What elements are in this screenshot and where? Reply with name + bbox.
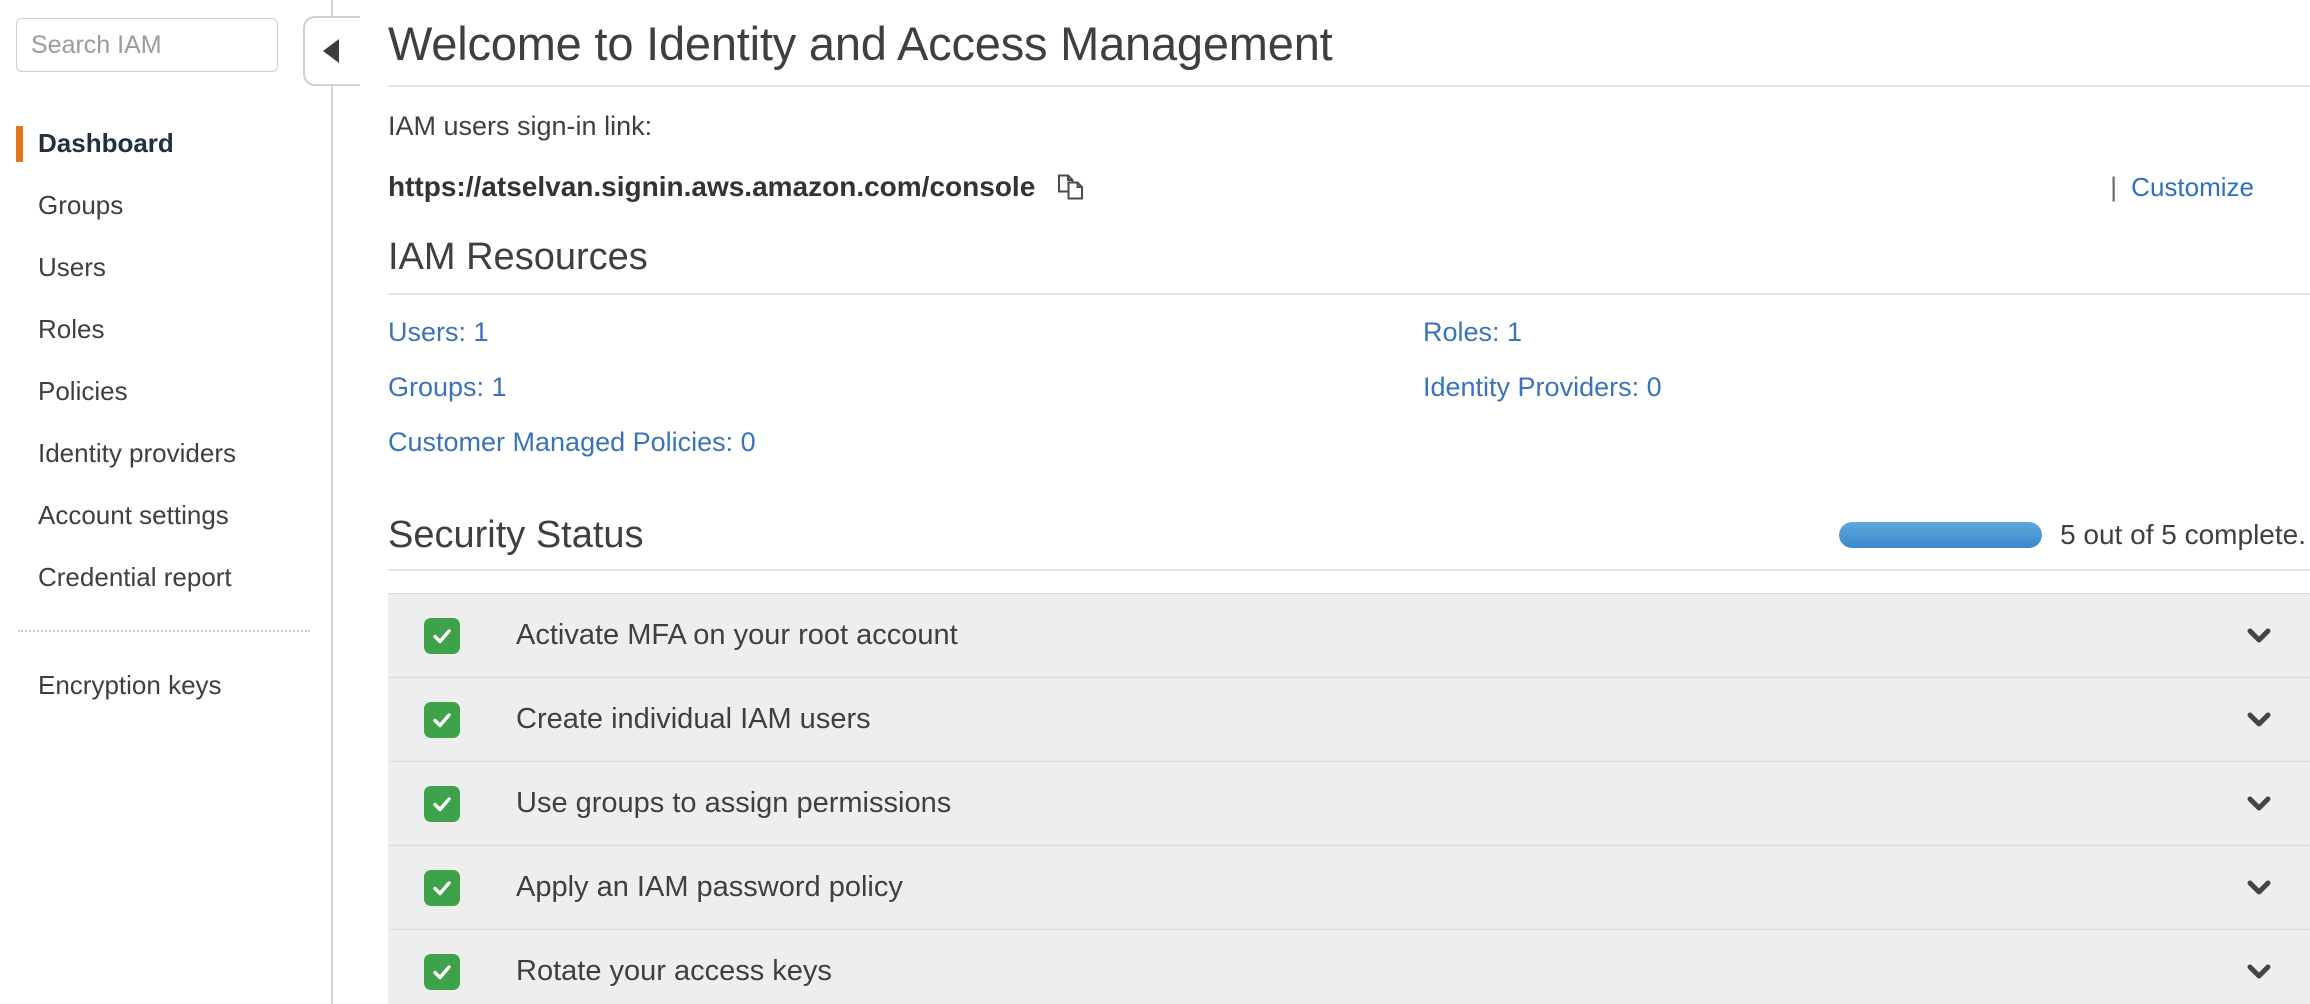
sidebar-item-label: Identity providers [38, 437, 236, 468]
sidebar-item-label: Users [38, 251, 106, 282]
sidebar-item-dashboard[interactable]: Dashboard [0, 112, 332, 174]
resource-link-identity-providers[interactable]: Identity Providers: 0 [1423, 372, 2254, 403]
signin-link-row: https://atselvan.signin.aws.amazon.com/c… [388, 170, 2310, 204]
chevron-down-icon[interactable] [2236, 949, 2282, 995]
sidebar-item-label: Roles [38, 313, 105, 344]
chevron-left-icon [322, 39, 339, 63]
main-content: Welcome to Identity and Access Managemen… [332, 0, 2310, 1004]
chevron-down-icon[interactable] [2236, 697, 2282, 743]
signin-url[interactable]: https://atselvan.signin.aws.amazon.com/c… [388, 171, 1035, 203]
chevron-down-icon[interactable] [2236, 865, 2282, 911]
resources-divider [388, 293, 2310, 295]
resource-link-customer-managed-policies[interactable]: Customer Managed Policies: 0 [388, 427, 1321, 458]
security-status-row[interactable]: Apply an IAM password policy [388, 846, 2310, 930]
separator-pipe: | [2110, 171, 2118, 202]
security-status-label: Activate MFA on your root account [516, 619, 958, 651]
search-input[interactable] [16, 18, 278, 72]
iam-resources-title: IAM Resources [388, 236, 648, 278]
signin-link-label: IAM users sign-in link: [388, 111, 653, 141]
chevron-down-icon[interactable] [2236, 781, 2282, 827]
sidebar-item-account-settings[interactable]: Account settings [0, 484, 332, 546]
resource-link-roles[interactable]: Roles: 1 [1423, 317, 2254, 348]
security-status-header: Security Status 5 out of 5 complete. [388, 482, 2310, 557]
check-icon [424, 785, 460, 822]
sidebar-item-groups[interactable]: Groups [0, 174, 332, 236]
sidebar-divider [18, 630, 310, 632]
security-progress-area: 5 out of 5 complete. [1839, 519, 2306, 557]
sidebar-item-encryption-keys[interactable]: Encryption keys [0, 654, 332, 716]
title-divider [388, 85, 2310, 87]
check-icon [424, 701, 460, 738]
sidebar-item-policies[interactable]: Policies [0, 360, 332, 422]
security-status-title: Security Status [388, 514, 644, 556]
check-icon [424, 953, 460, 990]
resource-link-users[interactable]: Users: 1 [388, 317, 1321, 348]
security-status-label: Rotate your access keys [516, 955, 832, 987]
iam-resources-grid: Users: 1 Groups: 1 Customer Managed Poli… [388, 317, 2310, 482]
page-title: Welcome to Identity and Access Managemen… [388, 17, 1333, 70]
sidebar-item-label: Credential report [38, 561, 232, 592]
progress-bar-fill [1839, 522, 2043, 548]
sidebar-item-label: Dashboard [38, 127, 174, 158]
security-status-divider [388, 569, 2310, 571]
security-status-row[interactable]: Create individual IAM users [388, 678, 2310, 762]
sidebar: Dashboard Groups Users Roles Policies Id… [0, 0, 360, 1004]
security-status-row[interactable]: Activate MFA on your root account [388, 594, 2310, 678]
check-icon [424, 617, 460, 654]
sidebar-item-roles[interactable]: Roles [0, 298, 332, 360]
check-icon [424, 869, 460, 906]
security-status-label: Use groups to assign permissions [516, 787, 952, 819]
sidebar-nav: Dashboard Groups Users Roles Policies Id… [0, 112, 332, 716]
sidebar-item-label: Account settings [38, 499, 229, 530]
active-accent-bar [16, 126, 23, 162]
sidebar-item-identity-providers[interactable]: Identity providers [0, 422, 332, 484]
iam-dashboard-page: Dashboard Groups Users Roles Policies Id… [0, 0, 2310, 1004]
sidebar-item-label: Policies [38, 375, 128, 406]
collapse-sidebar-button[interactable] [303, 16, 360, 86]
progress-bar [1839, 522, 2043, 548]
sidebar-separator [331, 0, 333, 1004]
chevron-down-icon[interactable] [2236, 613, 2282, 659]
security-status-label: Apply an IAM password policy [516, 871, 903, 903]
security-status-list: Activate MFA on your root account Create… [388, 593, 2310, 1004]
customize-area: | Customize [2110, 172, 2310, 203]
security-status-label: Create individual IAM users [516, 703, 871, 735]
customize-link[interactable]: Customize [2131, 172, 2254, 203]
copy-icon[interactable] [1055, 170, 1089, 204]
resource-link-groups[interactable]: Groups: 1 [388, 372, 1321, 403]
progress-label: 5 out of 5 complete. [2060, 519, 2306, 550]
sidebar-item-label: Encryption keys [38, 669, 222, 700]
security-status-row[interactable]: Use groups to assign permissions [388, 762, 2310, 846]
sidebar-item-credential-report[interactable]: Credential report [0, 546, 332, 608]
search-container [0, 18, 332, 72]
resources-right-column: Roles: 1 Identity Providers: 0 [1321, 317, 2254, 482]
resources-left-column: Users: 1 Groups: 1 Customer Managed Poli… [388, 317, 1321, 482]
sidebar-item-label: Groups [38, 189, 124, 220]
security-status-row[interactable]: Rotate your access keys [388, 930, 2310, 1004]
sidebar-item-users[interactable]: Users [0, 236, 332, 298]
